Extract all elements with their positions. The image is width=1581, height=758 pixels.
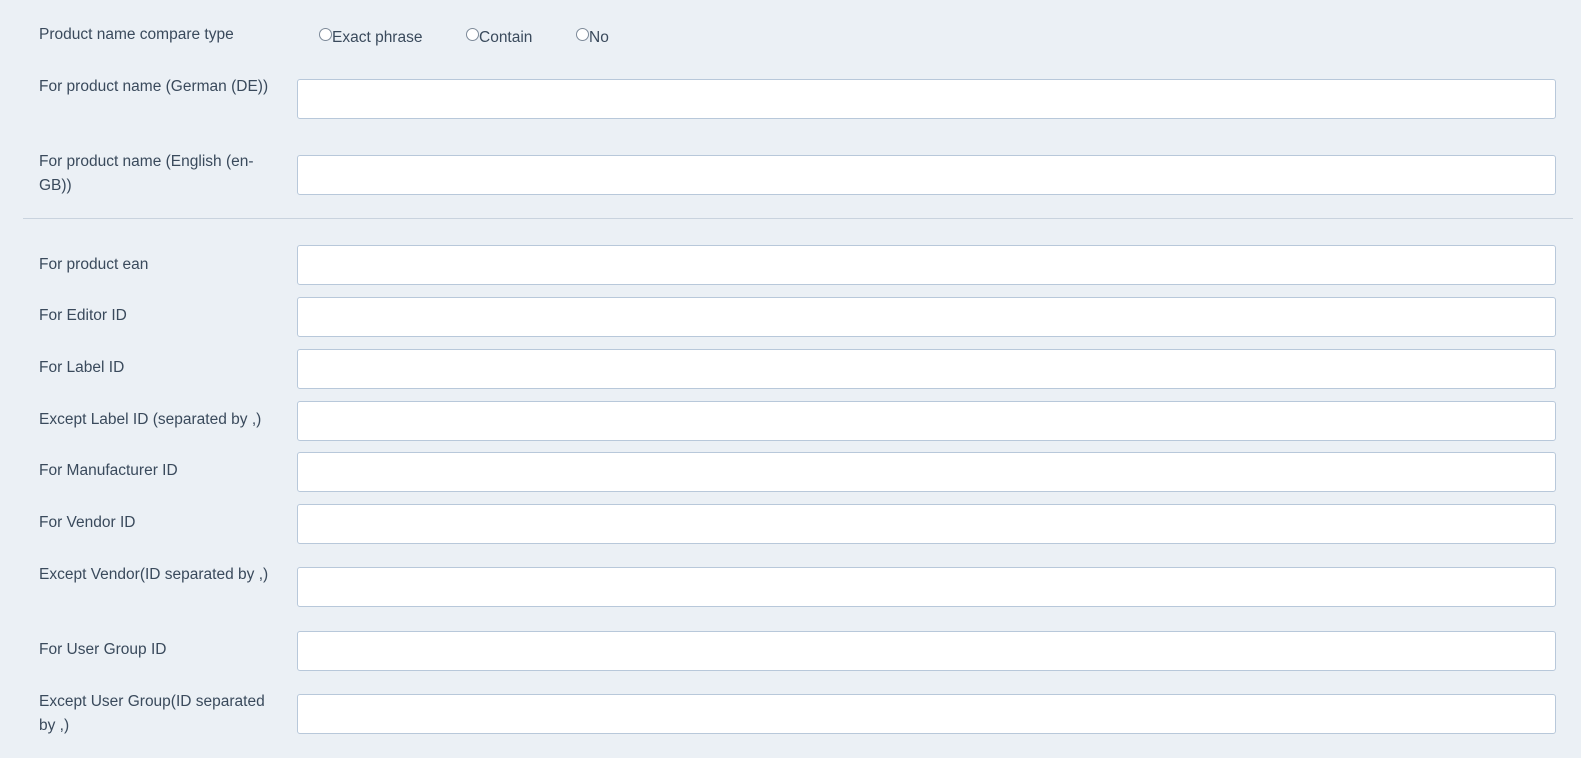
radio-button-icon[interactable] <box>319 28 332 41</box>
radio-contain-label: Contain <box>479 29 533 46</box>
field-label-user-group-id: For User Group ID <box>39 641 167 658</box>
radio-button-icon[interactable] <box>466 28 479 41</box>
field-label-product-name-de: For product name (German (DE)) <box>39 78 269 95</box>
radio-exact-phrase-label: Exact phrase <box>332 29 423 46</box>
field-label-except-vendor-id: Except Vendor(ID separated by ,) <box>39 566 269 583</box>
field-label-product-ean: For product ean <box>39 256 149 273</box>
field-label-product-name-en: For product name (English (en-GB)) <box>39 153 254 194</box>
vendor-id-input[interactable] <box>297 504 1556 544</box>
field-label-except-label-id: Except Label ID (separated by ,) <box>39 411 262 428</box>
field-label-label-id: For Label ID <box>39 359 125 376</box>
radio-contain[interactable]: Contain <box>466 26 532 50</box>
product-name-en-input[interactable] <box>297 155 1556 195</box>
except-label-id-input[interactable] <box>297 401 1556 441</box>
radio-exact-phrase[interactable]: Exact phrase <box>319 26 422 50</box>
section-divider <box>23 218 1573 219</box>
except-user-group-id-input[interactable] <box>297 694 1556 734</box>
user-group-id-input[interactable] <box>297 631 1556 671</box>
except-vendor-id-input[interactable] <box>297 567 1556 607</box>
label-id-input[interactable] <box>297 349 1556 389</box>
manufacturer-id-input[interactable] <box>297 452 1556 492</box>
radio-no[interactable]: No <box>576 26 609 50</box>
compare-type-label: Product name compare type <box>39 26 234 43</box>
field-label-manufacturer-id: For Manufacturer ID <box>39 462 178 479</box>
field-label-editor-id: For Editor ID <box>39 307 127 324</box>
editor-id-input[interactable] <box>297 297 1556 337</box>
radio-no-label: No <box>589 29 609 46</box>
field-label-vendor-id: For Vendor ID <box>39 514 136 531</box>
radio-button-icon[interactable] <box>576 28 589 41</box>
field-label-except-user-group-id: Except User Group(ID separated by ,) <box>39 693 265 734</box>
product-name-de-input[interactable] <box>297 79 1556 119</box>
product-ean-input[interactable] <box>297 245 1556 285</box>
